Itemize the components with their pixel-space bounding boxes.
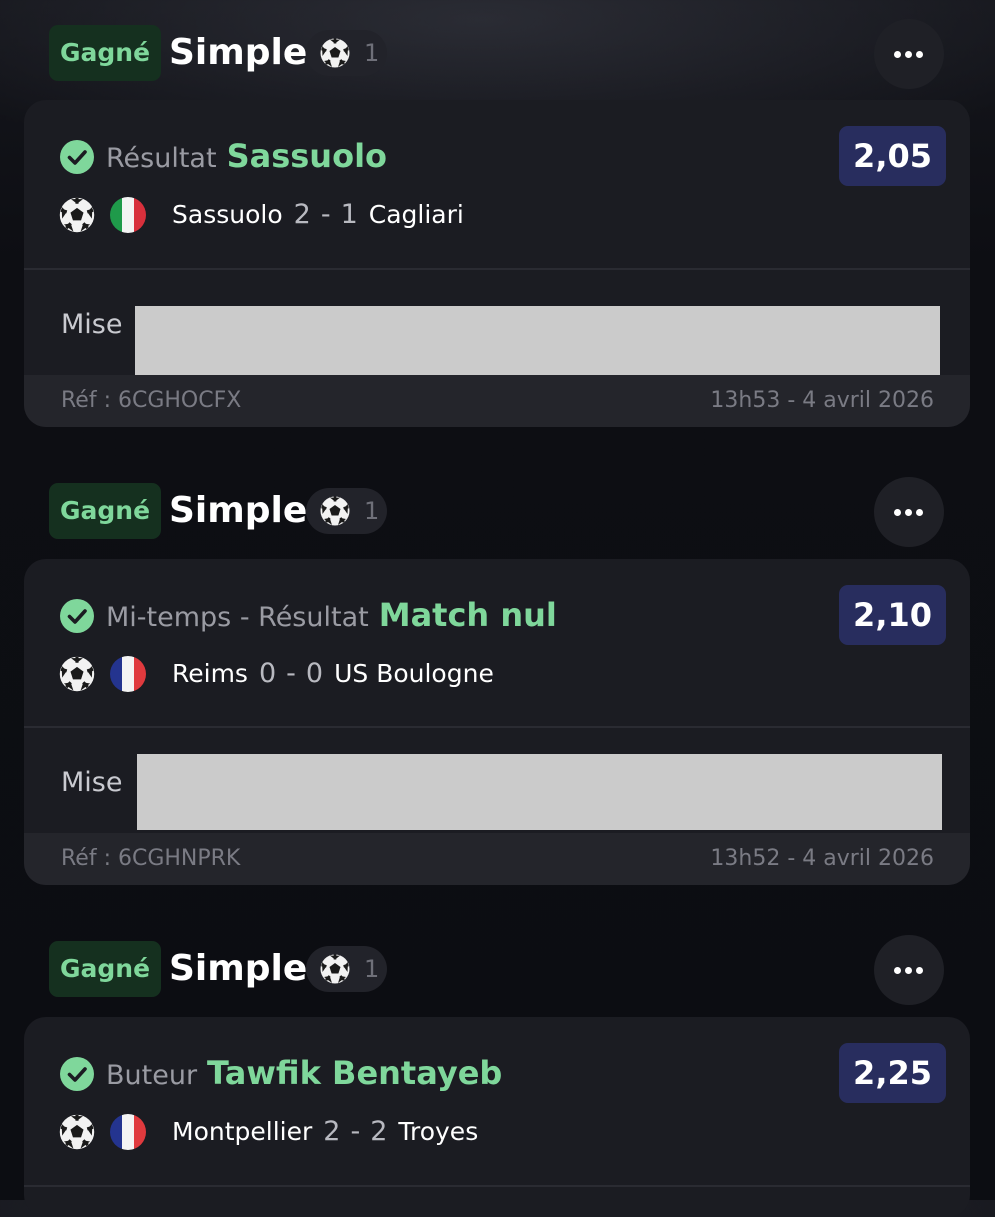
home-score: 0 <box>258 658 277 689</box>
selection-count: 1 <box>364 39 380 67</box>
france-flag-icon <box>110 1114 146 1150</box>
italy-flag-icon <box>110 197 146 233</box>
football-icon <box>320 38 350 68</box>
bet-datetime: 13h52 - 4 avril 2026 <box>710 846 934 871</box>
score-separator: - <box>320 199 331 230</box>
market-label: Mi-temps - Résultat <box>106 602 369 633</box>
bet-type-title: Simple <box>169 948 308 989</box>
home-score: 2 <box>323 1116 341 1147</box>
more-options-button[interactable] <box>874 19 944 89</box>
home-team: Sassuolo <box>172 200 283 229</box>
stake-redacted-box <box>135 306 940 382</box>
bet-datetime: 13h53 - 4 avril 2026 <box>710 388 934 413</box>
divider <box>24 726 970 728</box>
more-options-button[interactable] <box>874 935 944 1005</box>
bet-card[interactable]: Buteur Tawfik Bentayeb 2,25 Montpellier 2-… <box>24 1017 970 1217</box>
football-icon <box>320 954 350 984</box>
won-status-badge: Gagné <box>49 25 162 81</box>
selection-count: 1 <box>364 955 380 983</box>
away-team: US Boulogne <box>334 659 494 688</box>
bet-header: Gagné Simple 1 <box>0 19 995 89</box>
selection-row: Mi-temps - Résultat Match nul 2,10 Reims 0… <box>24 559 970 727</box>
selection-row: Buteur Tawfik Bentayeb 2,25 Montpellier 2-… <box>24 1017 970 1185</box>
more-dots-icon <box>916 509 923 516</box>
bet-reference: Réf : 6CGHOCFX <box>61 388 242 413</box>
more-dots-icon <box>916 51 923 58</box>
stake-redacted-box <box>137 754 942 830</box>
check-circle-icon <box>60 140 94 174</box>
check-circle-icon <box>60 1057 94 1091</box>
home-team: Reims <box>172 659 248 688</box>
away-team: Troyes <box>398 1117 479 1146</box>
bet-footer: Réf : 6CGHOCFX 13h53 - 4 avril 2026 <box>24 375 970 427</box>
stake-label: Mise <box>61 767 123 798</box>
odds-badge: 2,05 <box>839 126 946 186</box>
bet-header: Gagné Simple 1 <box>0 935 995 1005</box>
stake-label: Mise <box>61 309 123 340</box>
away-score: 2 <box>370 1116 388 1147</box>
more-dots-icon <box>905 51 912 58</box>
match-score-line: Reims 0-0 US Boulogne <box>172 651 494 697</box>
check-circle-icon <box>60 599 94 633</box>
won-status-badge: Gagné <box>49 483 162 539</box>
bet-footer: Réf : 6CGHNPRK 13h52 - 4 avril 2026 <box>24 833 970 885</box>
more-dots-icon <box>905 967 912 974</box>
divider <box>24 1185 970 1187</box>
away-score: 1 <box>340 199 358 230</box>
more-dots-icon <box>894 509 901 516</box>
home-score: 2 <box>293 199 311 230</box>
market-line: Buteur Tawfik Bentayeb <box>106 1049 502 1103</box>
football-icon <box>59 1114 95 1150</box>
divider <box>24 268 970 270</box>
bet-card[interactable]: Résultat Sassuolo 2,05 Sassuolo 2-1 Cagliar… <box>24 100 970 427</box>
match-score-line: Montpellier 2-2 Troyes <box>172 1109 478 1155</box>
sport-count-pill: 1 <box>306 30 387 76</box>
odds-badge: 2,25 <box>839 1043 946 1103</box>
market-label: Résultat <box>106 143 217 174</box>
more-dots-icon <box>894 51 901 58</box>
more-dots-icon <box>905 509 912 516</box>
selection-count: 1 <box>364 497 380 525</box>
football-icon <box>59 656 95 692</box>
football-icon <box>320 496 350 526</box>
away-score: 0 <box>305 658 324 689</box>
sport-count-pill: 1 <box>306 488 387 534</box>
selection-pick: Tawfik Bentayeb <box>207 1054 503 1092</box>
selection-pick: Sassuolo <box>226 137 388 175</box>
bet-type-title: Simple <box>169 490 308 531</box>
more-options-button[interactable] <box>874 477 944 547</box>
bet-type-title: Simple <box>169 32 308 73</box>
market-line: Mi-temps - Résultat Match nul <box>106 591 557 645</box>
more-dots-icon <box>894 967 901 974</box>
market-line: Résultat Sassuolo <box>106 132 387 186</box>
match-score-line: Sassuolo 2-1 Cagliari <box>172 192 464 238</box>
bet-card[interactable]: Mi-temps - Résultat Match nul 2,10 Reims 0… <box>24 559 970 885</box>
score-separator: - <box>286 658 296 689</box>
selection-pick: Match nul <box>378 596 557 634</box>
score: 2-1 <box>294 199 358 230</box>
won-status-badge: Gagné <box>49 941 162 997</box>
selection-row: Résultat Sassuolo 2,05 Sassuolo 2-1 Cagliar… <box>24 100 970 268</box>
france-flag-icon <box>110 656 146 692</box>
market-label: Buteur <box>106 1060 198 1091</box>
bet-header: Gagné Simple 1 <box>0 477 995 547</box>
more-dots-icon <box>916 967 923 974</box>
football-icon <box>59 197 95 233</box>
score: 2-2 <box>323 1116 387 1147</box>
away-team: Cagliari <box>368 200 464 229</box>
home-team: Montpellier <box>172 1117 313 1146</box>
bet-reference: Réf : 6CGHNPRK <box>61 846 241 871</box>
score: 0-0 <box>259 658 323 689</box>
score-separator: - <box>350 1116 361 1147</box>
sport-count-pill: 1 <box>306 946 387 992</box>
odds-badge: 2,10 <box>839 585 946 645</box>
